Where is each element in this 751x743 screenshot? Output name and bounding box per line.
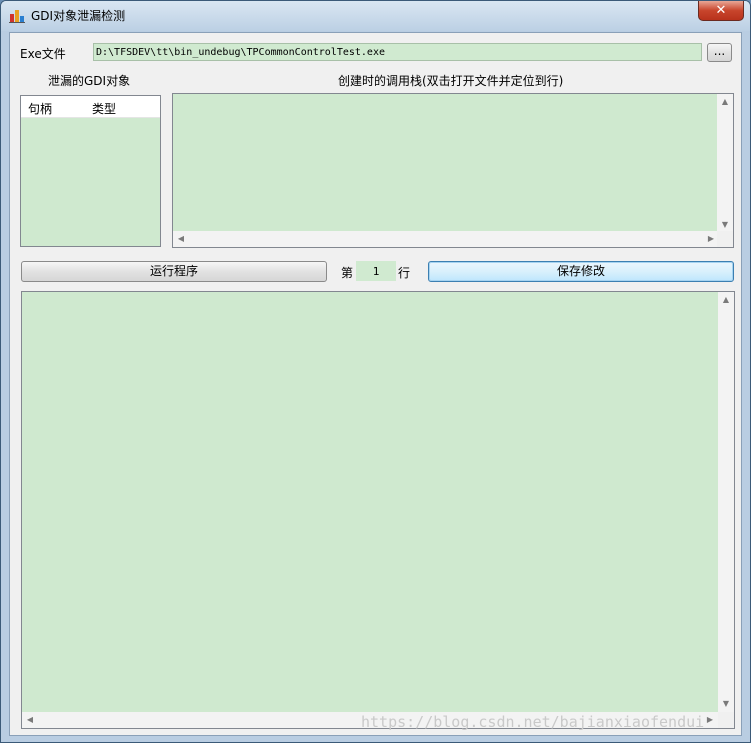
window-title: GDI对象泄漏检测 xyxy=(31,9,126,23)
list-body xyxy=(21,118,160,246)
title-bar[interactable]: GDI对象泄漏检测 ✕ xyxy=(1,1,750,31)
scroll-left-icon[interactable]: ◀ xyxy=(22,712,38,728)
column-header-handle[interactable]: 句柄 xyxy=(28,100,52,117)
line-number-input[interactable] xyxy=(356,261,396,281)
watermark-url: https://blog.csdn.net/bajianxiaofendui xyxy=(361,713,705,731)
scroll-left-icon[interactable]: ◀ xyxy=(173,231,189,247)
line-suffix-label: 行 xyxy=(398,266,411,280)
callstack-horizontal-scrollbar[interactable]: ◀ ▶ xyxy=(173,231,719,247)
leaked-objects-list[interactable]: 句柄 类型 xyxy=(20,95,161,247)
scrollbar-corner xyxy=(718,712,734,728)
exe-path-input[interactable] xyxy=(93,43,702,61)
callstack-vertical-scrollbar[interactable]: ▲ ▼ xyxy=(717,94,733,233)
scroll-up-icon[interactable]: ▲ xyxy=(717,94,733,110)
column-header-type[interactable]: 类型 xyxy=(92,100,116,117)
scroll-down-icon[interactable]: ▼ xyxy=(718,696,734,712)
client-area: Exe文件 ... 泄漏的GDI对象 创建时的调用栈(双击打开文件并定位到行) … xyxy=(9,32,742,736)
callstack-textbox[interactable]: ▲ ▼ ◀ ▶ xyxy=(172,93,734,248)
browse-button[interactable]: ... xyxy=(707,43,732,62)
list-header: 句柄 类型 xyxy=(21,96,160,118)
editor-vertical-scrollbar[interactable]: ▲ ▼ xyxy=(718,292,734,712)
source-editor[interactable]: ▲ ▼ ◀ ▶ xyxy=(21,291,735,729)
line-prefix-label: 第 xyxy=(341,266,354,280)
run-program-button[interactable]: 运行程序 xyxy=(21,261,327,282)
app-icon xyxy=(9,10,25,23)
save-changes-button[interactable]: 保存修改 xyxy=(428,261,734,282)
close-icon: ✕ xyxy=(715,3,727,18)
exe-label: Exe文件 xyxy=(20,47,66,61)
callstack-label: 创建时的调用栈(双击打开文件并定位到行) xyxy=(338,74,564,88)
scroll-right-icon[interactable]: ▶ xyxy=(702,712,718,728)
main-window: GDI对象泄漏检测 ✕ Exe文件 ... 泄漏的GDI对象 创建时的调用栈(双… xyxy=(0,0,751,743)
close-button[interactable]: ✕ xyxy=(698,1,744,21)
leaked-objects-label: 泄漏的GDI对象 xyxy=(48,74,131,88)
scrollbar-corner xyxy=(717,231,733,247)
scroll-up-icon[interactable]: ▲ xyxy=(718,292,734,308)
